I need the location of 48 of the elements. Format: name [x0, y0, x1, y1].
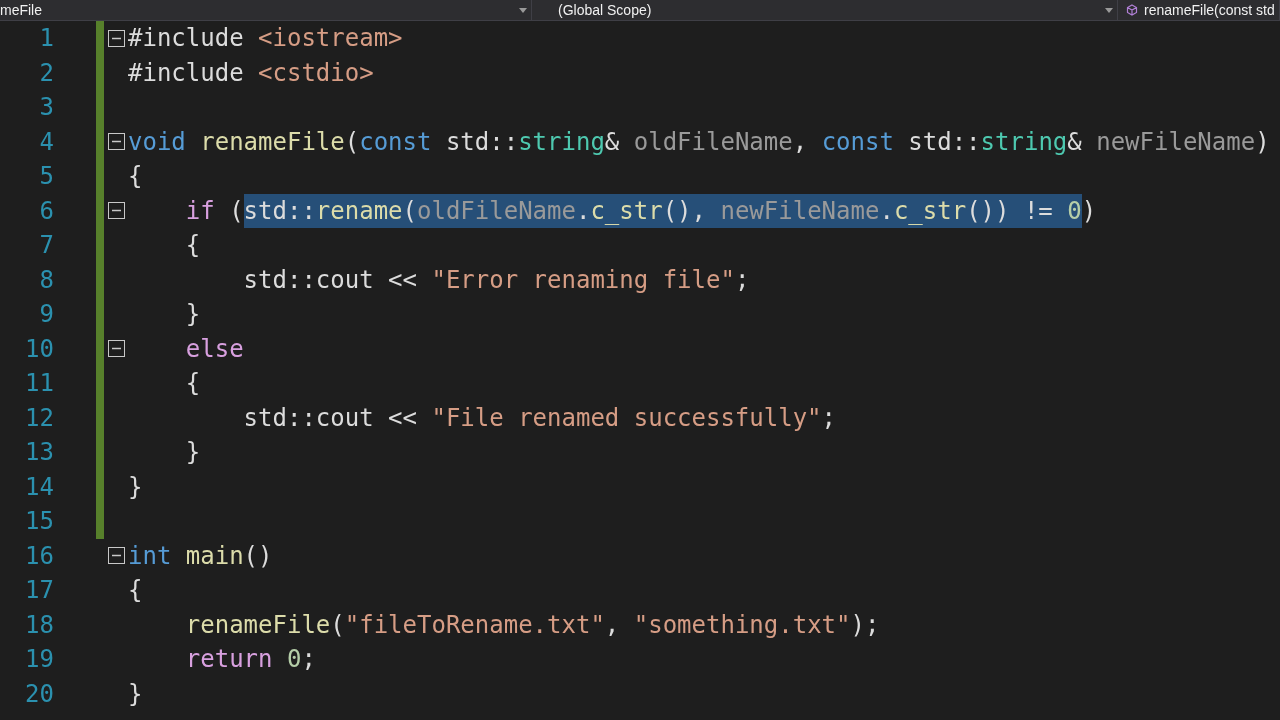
line-number: 14 — [24, 472, 54, 501]
line-number: 3 — [38, 93, 54, 122]
line-number: 11 — [24, 369, 54, 398]
collapse-icon[interactable] — [107, 547, 125, 565]
scope-dropdown[interactable]: renameFile(const std — [1118, 0, 1280, 20]
line-number: 15 — [24, 507, 54, 536]
dropdown-arrow-icon — [1105, 7, 1113, 13]
code-line: #include <iostream> — [128, 23, 403, 54]
code-line: std::cout << "File renamed successfully"; — [242, 402, 837, 434]
line-number: 10 — [24, 334, 54, 363]
line-number: 7 — [38, 231, 54, 260]
line-number: 20 — [24, 679, 54, 708]
line-number: 8 — [38, 265, 54, 294]
code-line: std::cout << "Error renaming file"; — [242, 264, 750, 296]
line-number: 6 — [38, 196, 54, 225]
code-line: { — [128, 161, 143, 192]
scope-dropdown[interactable]: meFile — [0, 0, 532, 20]
line-number: 16 — [24, 541, 54, 570]
line-number: 13 — [24, 438, 54, 467]
line-number: 18 — [24, 610, 54, 639]
line-number: 1 — [38, 24, 54, 53]
code-line: return 0; — [184, 644, 316, 675]
code-line: renameFile("fileToRename.txt", "something.txt"); — [184, 609, 880, 641]
code-line: { — [184, 230, 201, 261]
code-line: { — [128, 575, 143, 606]
line-number: 9 — [38, 300, 54, 329]
code-line: else — [184, 333, 244, 365]
code-line: void renameFile(const std::string& oldFileName, const std::string& newFileName) — [128, 126, 1270, 158]
code-line: } — [184, 299, 201, 330]
collapse-icon[interactable] — [107, 133, 125, 151]
code-line: } — [128, 678, 143, 710]
line-number: 12 — [24, 403, 54, 432]
line-number: 19 — [24, 645, 54, 674]
line-number: 17 — [24, 576, 54, 605]
line-number: 5 — [38, 162, 54, 191]
code-line: #include <cstdio> — [128, 57, 374, 89]
line-number: 4 — [38, 127, 54, 156]
code-line: int main() — [128, 540, 273, 572]
code-line: if (std::rename(oldFileName.c_str(), newFileName.c_str()) != 0) — [128, 193, 1097, 228]
scope-dropdown[interactable]: (Global Scope) — [532, 0, 1118, 20]
collapse-icon[interactable] — [107, 29, 125, 47]
line-number: 2 — [38, 58, 54, 87]
collapse-icon[interactable] — [107, 340, 125, 358]
code-line: { — [184, 368, 201, 399]
code-line: } — [128, 471, 143, 503]
dropdown-arrow-icon — [519, 7, 527, 13]
code-line: } — [184, 437, 201, 468]
collapse-icon[interactable] — [107, 202, 125, 220]
